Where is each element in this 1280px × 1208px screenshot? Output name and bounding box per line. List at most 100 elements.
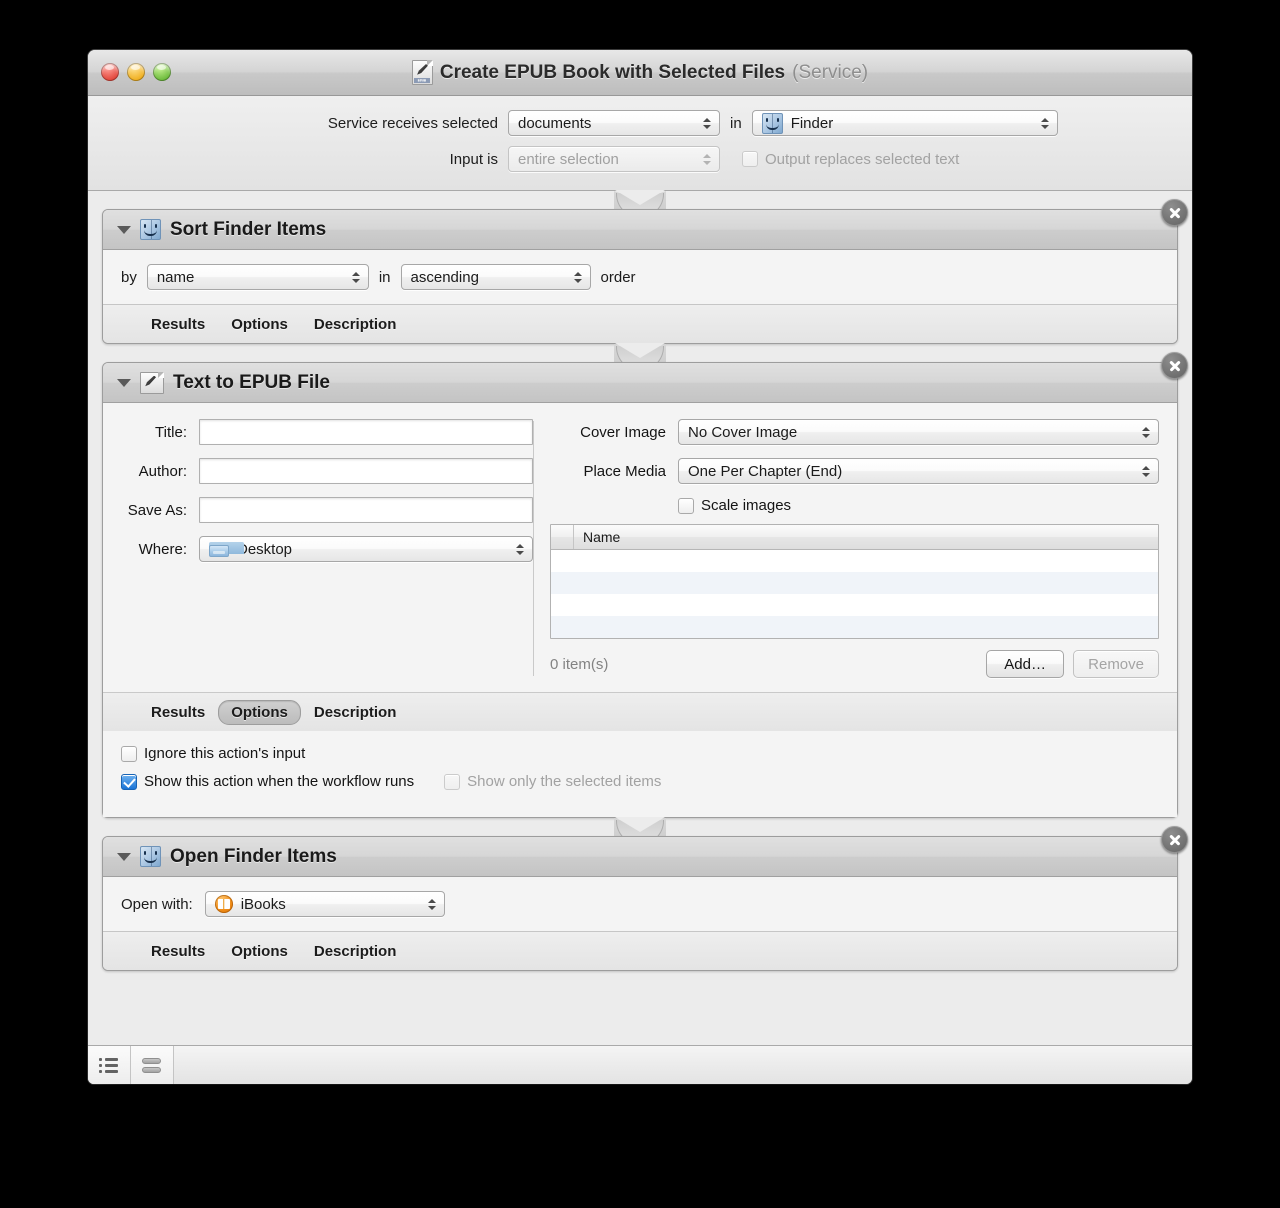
show-selected-row[interactable]: Show only the selected items xyxy=(444,773,661,790)
table-row[interactable] xyxy=(551,550,1158,572)
sort-by-value: name xyxy=(156,268,195,286)
show-selected-checkbox[interactable] xyxy=(444,773,461,790)
save-as-input[interactable] xyxy=(199,497,533,523)
connector-1 xyxy=(102,343,1178,371)
tab-results[interactable]: Results xyxy=(138,700,218,725)
save-as-field-label: Save As: xyxy=(127,501,187,519)
service-application-select[interactable]: Finder xyxy=(751,110,1058,136)
table-row[interactable] xyxy=(551,572,1158,594)
tab-description[interactable]: Description xyxy=(301,939,410,964)
window-title-suffix: (Service) xyxy=(792,61,869,83)
author-field-label: Author: xyxy=(138,462,187,480)
action-title: Sort Finder Items xyxy=(170,218,327,240)
ibooks-icon xyxy=(214,895,233,913)
scale-images-checkbox-row[interactable]: Scale images xyxy=(678,497,791,514)
tab-description[interactable]: Description xyxy=(301,700,410,725)
list-view-button[interactable] xyxy=(88,1046,131,1084)
close-icon[interactable] xyxy=(1161,826,1188,853)
service-settings-header: Service receives selected documents in F… xyxy=(88,96,1192,191)
where-value: Desktop xyxy=(237,540,293,558)
open-with-row: Open with: iBooks xyxy=(103,877,1177,931)
action-title: Text to EPUB File xyxy=(173,371,330,393)
tab-results[interactable]: Results xyxy=(138,939,218,964)
title-input[interactable] xyxy=(199,419,533,445)
output-replaces-text-label: Output replaces selected text xyxy=(765,150,960,168)
service-receives-value: documents xyxy=(518,114,592,132)
tab-results[interactable]: Results xyxy=(138,312,218,337)
show-selected-label: Show only the selected items xyxy=(467,773,662,790)
disclosure-triangle-icon[interactable] xyxy=(117,378,131,387)
scale-images-row: Scale images xyxy=(550,497,1159,514)
output-replaces-text-row[interactable]: Output replaces selected text xyxy=(742,151,959,168)
author-input[interactable] xyxy=(199,458,533,484)
chevron-updown-icon xyxy=(516,541,525,557)
sort-order-suffix-label: order xyxy=(600,268,636,286)
add-button[interactable]: Add… xyxy=(986,650,1065,678)
epub-settings-columns: Title: Author: Save As: Where: Desktop C… xyxy=(103,403,1177,692)
action-body: Open with: iBooks xyxy=(103,877,1177,931)
action-tabbar: Results Options Description xyxy=(103,304,1177,343)
sort-in-label: in xyxy=(378,268,391,286)
show-action-row[interactable]: Show this action when the workflow runs xyxy=(121,773,414,790)
chevron-updown-icon xyxy=(427,896,437,912)
sort-by-select[interactable]: name xyxy=(146,264,369,290)
remove-button[interactable]: Remove xyxy=(1073,650,1159,678)
service-receives-row: Service receives selected documents in F… xyxy=(88,106,1192,140)
open-with-select[interactable]: iBooks xyxy=(204,891,445,917)
table-footer: 0 item(s) Add… Remove xyxy=(550,650,1159,678)
table-column-name[interactable]: Name xyxy=(574,529,620,545)
action-title: Open Finder Items xyxy=(170,845,337,867)
chevron-updown-icon xyxy=(351,269,361,285)
service-input-select[interactable]: entire selection xyxy=(508,146,720,172)
title-field-row: Title: xyxy=(121,419,533,445)
place-media-select[interactable]: One Per Chapter (End) xyxy=(678,458,1159,484)
disclosure-triangle-icon[interactable] xyxy=(117,225,131,234)
flow-view-icon xyxy=(142,1057,162,1073)
service-input-row: Input is entire selection Output replace… xyxy=(88,142,1192,176)
folder-icon xyxy=(209,541,244,557)
where-select[interactable]: Desktop xyxy=(199,536,533,562)
chevron-updown-icon xyxy=(1142,424,1151,440)
cover-image-label: Cover Image xyxy=(580,423,666,441)
tab-options[interactable]: Options xyxy=(218,699,301,725)
cover-image-select[interactable]: No Cover Image xyxy=(678,419,1159,445)
action-sort-finder-items: Sort Finder Items by name in ascending o… xyxy=(102,199,1188,344)
tab-options[interactable]: Options xyxy=(218,939,301,964)
disclosure-triangle-icon[interactable] xyxy=(117,852,131,861)
sort-order-select[interactable]: ascending xyxy=(400,264,591,290)
title-field-label: Title: xyxy=(155,423,187,441)
tab-options[interactable]: Options xyxy=(218,312,301,337)
close-icon[interactable] xyxy=(1161,352,1188,379)
service-receives-label: Service receives selected xyxy=(327,114,498,132)
automator-window: EPUB Create EPUB Book with Selected File… xyxy=(88,50,1192,1084)
close-icon[interactable] xyxy=(1161,199,1188,226)
scale-images-checkbox[interactable] xyxy=(678,497,694,514)
zoom-window-button[interactable] xyxy=(153,63,171,81)
chevron-updown-icon xyxy=(703,151,712,167)
flow-view-button[interactable] xyxy=(131,1046,174,1084)
action-header[interactable]: Text to EPUB File xyxy=(103,352,1188,403)
place-media-label: Place Media xyxy=(583,462,666,480)
save-as-field-row: Save As: xyxy=(121,497,533,523)
ignore-input-checkbox[interactable] xyxy=(121,745,137,762)
table-header-gutter xyxy=(551,525,574,549)
output-replaces-text-checkbox[interactable] xyxy=(742,151,758,167)
tab-description[interactable]: Description xyxy=(301,312,410,337)
action-header[interactable]: Open Finder Items xyxy=(103,826,1188,877)
place-media-value: One Per Chapter (End) xyxy=(688,462,843,480)
show-action-label: Show this action when the workflow runs xyxy=(144,773,415,790)
table-row[interactable] xyxy=(551,616,1158,638)
service-receives-select[interactable]: documents xyxy=(508,110,720,136)
minimize-window-button[interactable] xyxy=(127,63,145,81)
close-window-button[interactable] xyxy=(101,63,119,81)
ignore-input-row[interactable]: Ignore this action's input xyxy=(121,745,1159,762)
service-in-label: in xyxy=(730,114,742,132)
table-row[interactable] xyxy=(551,594,1158,616)
media-files-table[interactable]: Name xyxy=(550,524,1159,639)
show-action-checkbox[interactable] xyxy=(121,773,137,790)
chevron-updown-icon xyxy=(703,115,712,131)
window-title-wrap: EPUB Create EPUB Book with Selected File… xyxy=(411,60,869,85)
connector-2 xyxy=(102,817,1178,845)
action-header[interactable]: Sort Finder Items xyxy=(103,199,1188,250)
chevron-updown-icon xyxy=(573,269,583,285)
